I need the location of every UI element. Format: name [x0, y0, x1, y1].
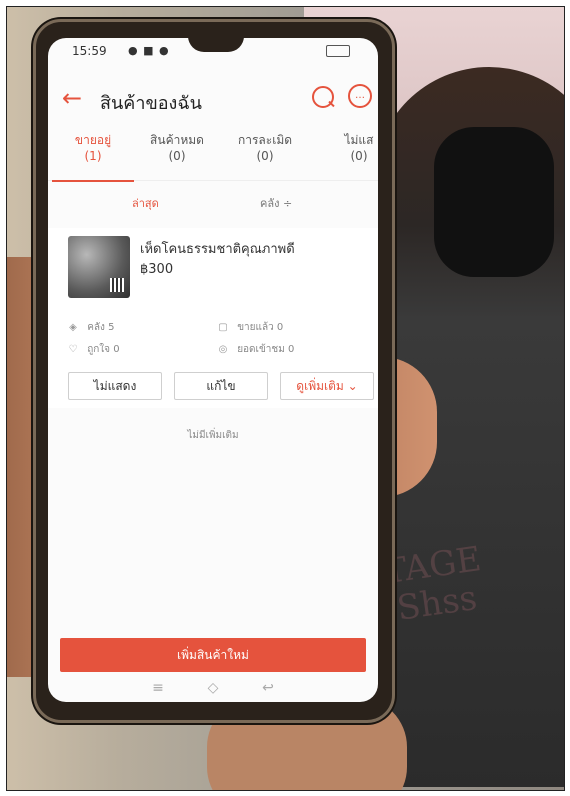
likes-text: ถูกใจ 0 [87, 344, 120, 355]
stock-meta: ◈ คลัง 5 [68, 320, 114, 335]
tab-count: (1) [84, 149, 102, 163]
tab-selling[interactable]: ขายอยู่ (1) [48, 132, 138, 182]
views-meta: ◎ ยอดเข้าชม 0 [218, 342, 295, 357]
phone-screen: 15:59 ● ■ ● ← สินค้าของฉัน … ขายอยู่ (1)… [48, 38, 378, 702]
status-bar: 15:59 ● ■ ● [48, 38, 378, 64]
phone: 15:59 ● ■ ● ← สินค้าของฉัน … ขายอยู่ (1)… [33, 19, 395, 723]
product-image[interactable] [68, 236, 130, 298]
sold-meta: ▢ ขายแล้ว 0 [218, 320, 283, 335]
product-actions: ไม่แสดง แก้ไข ดูเพิ่มเติม ⌄ [68, 372, 374, 400]
tab-sold-out[interactable]: สินค้าหมด (0) [132, 132, 222, 164]
eye-icon: ◎ [218, 344, 228, 355]
tab-hidden[interactable]: ไม่แส (0) [314, 132, 378, 164]
hide-button[interactable]: ไม่แสดง [68, 372, 162, 400]
heart-icon: ♡ [68, 344, 78, 355]
sort-stock[interactable]: คลัง ÷ [260, 194, 292, 212]
add-product-button[interactable]: เพิ่มสินค้าใหม่ [60, 638, 366, 672]
product-name[interactable]: เห็ดโคนธรรมชาติคุณภาพดี [140, 238, 360, 259]
back-arrow-icon[interactable]: ← [62, 86, 82, 110]
stock-text: คลัง 5 [87, 322, 115, 333]
battery-icon [326, 45, 350, 57]
edit-button[interactable]: แก้ไข [174, 372, 268, 400]
tab-count: (0) [350, 149, 368, 163]
face-mask [434, 127, 554, 277]
tab-count: (0) [256, 149, 274, 163]
tabs: ขายอยู่ (1) สินค้าหมด (0) การละเมิด (0) … [48, 126, 378, 182]
stack-icon: ◈ [69, 322, 77, 333]
page-title: สินค้าของฉัน [100, 93, 202, 114]
product-card[interactable]: เห็ดโคนธรรมชาติคุณภาพดี ฿300 ◈ คลัง 5 ♡ … [48, 228, 378, 408]
bag-icon: ▢ [218, 322, 228, 333]
likes-meta: ♡ ถูกใจ 0 [68, 342, 120, 357]
tab-label: การละเมิด [237, 133, 293, 147]
home-icon[interactable]: ◇ [198, 678, 228, 698]
list-end-text: ไม่มีเพิ่มเติม [187, 430, 239, 441]
back-nav-icon[interactable]: ↩ [253, 678, 283, 698]
status-icons: ● ■ ● [128, 44, 170, 57]
tab-label: สินค้าหมด [150, 133, 204, 147]
search-icon[interactable] [312, 86, 334, 108]
tab-label: ไม่แส [344, 133, 374, 147]
sort-filters: ล่าสุด คลัง ÷ [48, 188, 378, 218]
tab-count: (0) [168, 149, 186, 163]
product-price: ฿300 [140, 262, 174, 277]
tab-violation[interactable]: การละเมิด (0) [220, 132, 310, 164]
status-time: 15:59 [72, 44, 107, 58]
menu-icon[interactable]: ≡ [143, 678, 173, 698]
more-button[interactable]: ดูเพิ่มเติม ⌄ [280, 372, 374, 400]
sort-latest[interactable]: ล่าสุด [132, 194, 159, 212]
sold-text: ขายแล้ว 0 [237, 322, 284, 333]
system-navbar: ≡ ◇ ↩ [48, 678, 378, 702]
photo-frame: VINTAGE The Shss 15:59 ● ■ ● ← สินค้าของ… [6, 6, 565, 791]
views-text: ยอดเข้าชม 0 [237, 344, 295, 355]
tab-label: ขายอยู่ [74, 133, 112, 147]
top-app-bar: ← สินค้าของฉัน … [48, 78, 378, 122]
chat-icon[interactable]: … [348, 84, 372, 108]
